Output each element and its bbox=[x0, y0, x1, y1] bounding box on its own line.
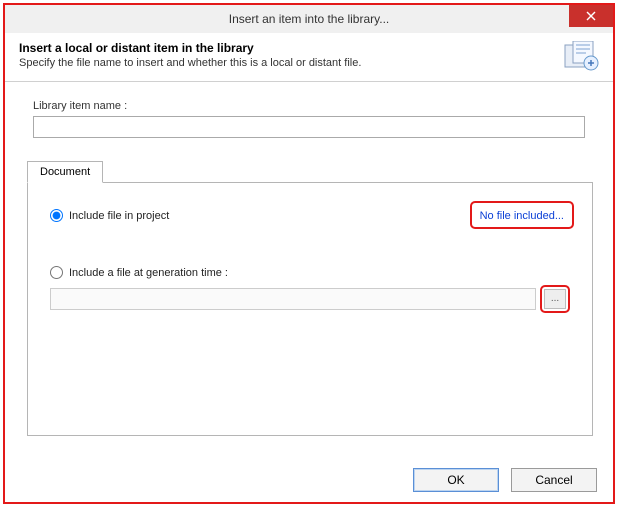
library-item-name-input[interactable] bbox=[33, 116, 585, 138]
tab-strip: Document bbox=[27, 160, 593, 182]
tab-panel-document: Include file in project No file included… bbox=[27, 182, 593, 436]
header-text: Insert a local or distant item in the li… bbox=[19, 41, 555, 69]
no-file-highlight: No file included... bbox=[470, 201, 574, 229]
library-icon bbox=[563, 41, 599, 71]
titlebar: Insert an item into the library... bbox=[5, 5, 613, 33]
dialog-header: Insert a local or distant item in the li… bbox=[5, 33, 613, 82]
cancel-button[interactable]: Cancel bbox=[511, 468, 597, 492]
close-button[interactable] bbox=[569, 5, 613, 27]
window-title: Insert an item into the library... bbox=[5, 12, 613, 26]
name-label: Library item name : bbox=[33, 100, 593, 112]
radio-include-generation-label: Include a file at generation time : bbox=[69, 267, 228, 279]
dialog-content: Library item name : Document Include fil… bbox=[5, 82, 613, 446]
radio-include-project-label: Include file in project bbox=[69, 210, 169, 222]
header-title: Insert a local or distant item in the li… bbox=[19, 41, 555, 55]
browse-highlight: ... bbox=[540, 285, 570, 313]
tab-container: Document Include file in project No file… bbox=[27, 160, 593, 436]
browse-button[interactable]: ... bbox=[544, 289, 566, 309]
generation-path-input[interactable] bbox=[50, 288, 536, 310]
dialog-footer: OK Cancel bbox=[413, 468, 597, 492]
dialog-window: Insert an item into the library... Inser… bbox=[3, 3, 615, 504]
no-file-link[interactable]: No file included... bbox=[480, 210, 564, 222]
header-subtitle: Specify the file name to insert and whet… bbox=[19, 57, 555, 69]
generation-path-row: ... bbox=[50, 285, 570, 313]
radio-include-generation[interactable] bbox=[50, 266, 63, 279]
close-icon bbox=[586, 11, 596, 21]
tab-document[interactable]: Document bbox=[27, 161, 103, 183]
ok-button[interactable]: OK bbox=[413, 468, 499, 492]
option-include-gen-row: Include a file at generation time : ... bbox=[50, 266, 570, 313]
radio-include-project[interactable] bbox=[50, 209, 63, 222]
